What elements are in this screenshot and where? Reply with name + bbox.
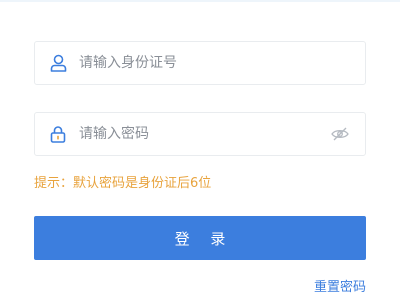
eye-hidden-icon[interactable] <box>331 125 349 143</box>
reset-password-link[interactable]: 重置密码 <box>314 276 366 295</box>
password-hint: 提示：默认密码是身份证后6位 <box>34 176 212 191</box>
password-field[interactable] <box>34 112 366 156</box>
top-divider <box>0 0 400 2</box>
id-number-input[interactable] <box>79 42 365 84</box>
login-page: 提示：默认密码是身份证后6位 登 录 重置密码 <box>0 0 400 299</box>
lock-icon <box>49 125 67 143</box>
password-input[interactable] <box>79 113 331 155</box>
login-button[interactable]: 登 录 <box>34 216 366 260</box>
id-number-field[interactable] <box>34 41 366 85</box>
user-icon <box>49 54 67 72</box>
